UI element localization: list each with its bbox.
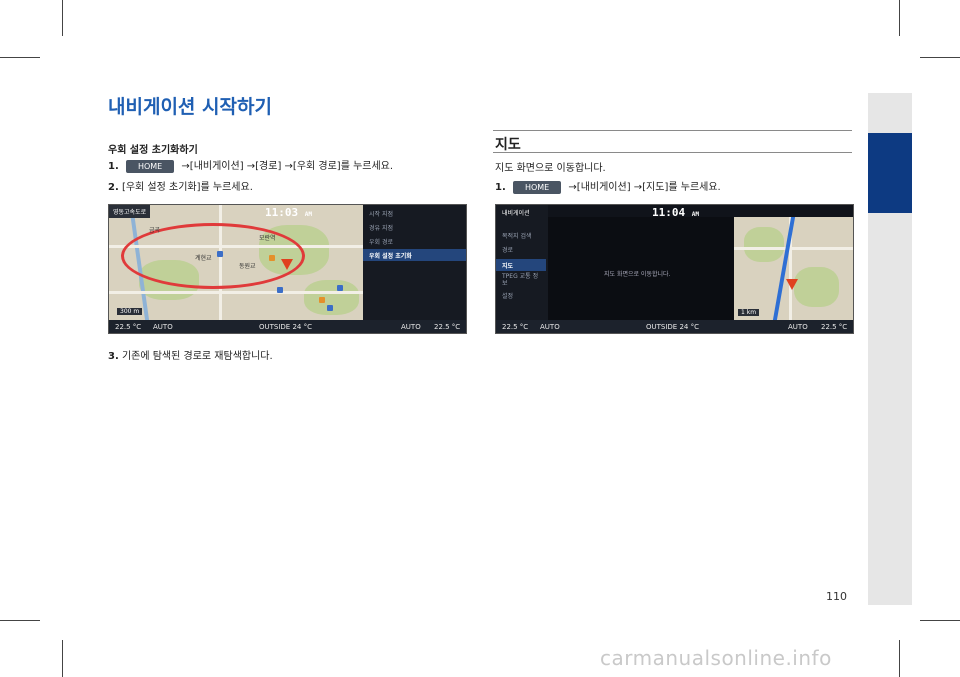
step-number: 1. (495, 182, 506, 193)
park-area (794, 267, 839, 307)
status-message: 지도 화면으로 이동합니다. (604, 271, 671, 278)
watermark: carmanualsonline.info (600, 646, 832, 670)
crop-mark (899, 0, 900, 36)
outside-temp: OUTSIDE 24 °C (646, 322, 699, 331)
climate-status-bar: 22.5 °C AUTO OUTSIDE 24 °C AUTO 22.5 °C (496, 320, 853, 333)
temp-left: 22.5 °C (502, 322, 529, 331)
clock-time: 11:04 (652, 206, 686, 219)
map-label: 금곡 (149, 227, 161, 234)
crop-mark (920, 620, 960, 621)
poi-icon (277, 287, 283, 293)
page-title: 내비게이션 시작하기 (108, 96, 272, 118)
road (109, 291, 363, 294)
map-view: 영동고속도로 계현교 동원교 모란역 금곡 300 m (109, 205, 363, 320)
auto-left: AUTO (540, 322, 560, 331)
auto-left: AUTO (153, 322, 173, 331)
crop-mark (920, 57, 960, 58)
step-number: 2. (108, 182, 119, 193)
auto-right: AUTO (788, 322, 808, 331)
section-rule (493, 152, 852, 153)
menu-item-destination-search[interactable]: 목적지 검색 (502, 231, 532, 240)
left-subtitle: 우회 설정 초기화하기 (108, 145, 198, 156)
step-number: 1. (108, 161, 119, 172)
menu-item-settings[interactable]: 설정 (502, 291, 513, 300)
current-position-icon (281, 259, 293, 270)
left-step-1: 1. HOME →[내비게이션] →[경로] →[우회 경로]를 누르세요. (108, 157, 393, 173)
temp-right: 22.5 °C (434, 322, 461, 331)
step-number: 3. (108, 351, 119, 362)
map-view: 1 km (734, 217, 853, 320)
menu-item-reset-detour[interactable]: 우회 설정 초기화 (369, 251, 412, 260)
message-area: 지도 화면으로 이동합니다. (548, 217, 734, 320)
crop-mark (0, 620, 40, 621)
step-text: 기존에 탐색된 경로로 재탐색합니다. (121, 351, 273, 362)
nav-menu: 내비게이션 목적지 검색 경로 지도 TPEG 교통 정보 설정 (496, 205, 548, 320)
clock-ampm: AM (304, 211, 312, 218)
menu-item-map[interactable]: 지도 (502, 261, 513, 270)
road-name-label: 영동고속도로 (109, 205, 151, 218)
route-menu: 시작 지점 경유 지점 우회 경로 우회 설정 초기화 (363, 205, 466, 320)
step-text: [우회 설정 초기화]를 누르세요. (121, 182, 253, 193)
right-description: 지도 화면으로 이동합니다. (495, 163, 606, 174)
section-rule (493, 130, 852, 131)
temp-right: 22.5 °C (821, 322, 848, 331)
left-step-3: 3. 기존에 탐색된 경로로 재탐색합니다. (108, 347, 273, 362)
map-label: 계현교 (195, 255, 212, 262)
poi-icon (217, 251, 223, 257)
page-number: 110 (826, 590, 847, 603)
clock: 11:03 AM (265, 206, 312, 219)
scale-label: 1 km (738, 309, 760, 316)
menu-item-start-point[interactable]: 시작 지점 (369, 209, 393, 218)
left-step-2: 2. [우회 설정 초기화]를 누르세요. (108, 178, 253, 193)
map-label: 동원교 (239, 263, 256, 270)
home-button: HOME (125, 159, 175, 173)
step-text: →[내비게이션] →[지도]를 누르세요. (568, 182, 721, 193)
map-label: 모란역 (259, 235, 276, 242)
nav-menu-header: 내비게이션 (502, 210, 530, 217)
clock: 11:04 AM (652, 206, 699, 219)
crop-mark (899, 640, 900, 677)
step-text: →[내비게이션] →[경로] →[우회 경로]를 누르세요. (181, 161, 394, 172)
clock-ampm: AM (691, 211, 699, 218)
auto-right: AUTO (401, 322, 421, 331)
poi-icon (337, 285, 343, 291)
temp-left: 22.5 °C (115, 322, 142, 331)
scale-label: 300 m (117, 308, 143, 315)
poi-icon (319, 297, 325, 303)
current-position-icon (786, 279, 798, 290)
outside-temp: OUTSIDE 24 °C (259, 322, 312, 331)
crop-mark (0, 57, 40, 58)
home-button: HOME (512, 180, 562, 194)
menu-item-route[interactable]: 경로 (502, 245, 513, 254)
climate-status-bar: 22.5 °C AUTO OUTSIDE 24 °C AUTO 22.5 °C (109, 320, 466, 333)
crop-mark (62, 0, 63, 36)
section-title: 지도 (495, 137, 521, 153)
poi-icon (327, 305, 333, 311)
right-step-1: 1. HOME →[내비게이션] →[지도]를 누르세요. (495, 178, 721, 194)
road (734, 247, 853, 250)
clock-time: 11:03 (265, 206, 299, 219)
nav-screenshot-reset: 영동고속도로 계현교 동원교 모란역 금곡 300 m 11:03 AM 시작 … (108, 204, 467, 334)
nav-screenshot-map: 내비게이션 목적지 검색 경로 지도 TPEG 교통 정보 설정 지도 화면으로… (495, 204, 854, 334)
park-area (744, 227, 784, 262)
menu-item-detour[interactable]: 우회 경로 (369, 237, 393, 246)
poi-icon (269, 255, 275, 261)
menu-item-waypoint[interactable]: 경유 지점 (369, 223, 393, 232)
menu-item-tpeg[interactable]: TPEG 교통 정보 (502, 273, 542, 287)
chapter-tab (868, 133, 912, 213)
crop-mark (62, 640, 63, 677)
